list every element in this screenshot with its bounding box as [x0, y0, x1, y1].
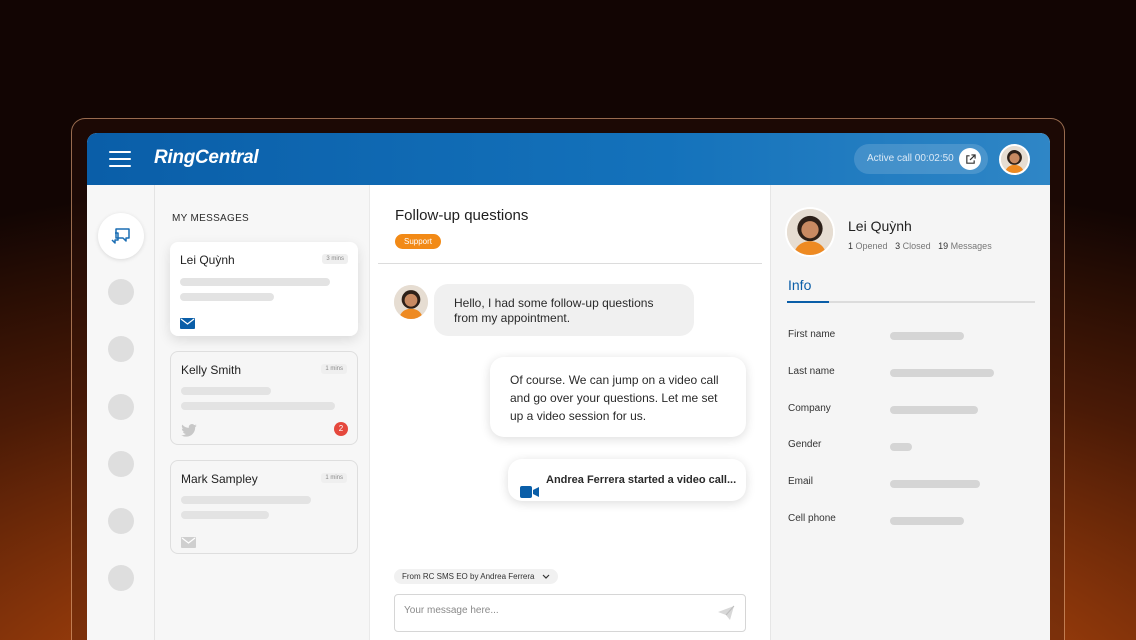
- app-window: RingCentral Active call 00:02:50 MY MESS…: [87, 133, 1050, 640]
- field-label: First name: [788, 329, 836, 340]
- nav-rail: [87, 185, 155, 640]
- support-tag[interactable]: Support: [395, 234, 442, 249]
- profile-avatar: [787, 209, 833, 255]
- tab-info[interactable]: Info: [788, 277, 811, 293]
- nav-item-placeholder[interactable]: [108, 336, 134, 362]
- active-call-label: Active call 00:02:50: [867, 153, 954, 164]
- preview-line: [180, 293, 274, 301]
- field-value: [890, 332, 964, 340]
- nav-item-placeholder[interactable]: [108, 394, 134, 420]
- menu-icon[interactable]: [109, 150, 131, 168]
- field-value: [890, 480, 980, 488]
- chevron-down-icon: [537, 572, 550, 581]
- preview-line: [181, 402, 335, 410]
- twitter-icon: [181, 424, 197, 442]
- message-time: 1 mins: [321, 364, 347, 374]
- envelope-icon: [180, 316, 195, 334]
- external-link-icon[interactable]: [959, 148, 981, 170]
- message-input[interactable]: [404, 605, 694, 616]
- preview-line: [181, 511, 269, 519]
- conversation-title: Follow-up questions: [395, 207, 529, 224]
- message-card[interactable]: Kelly Smith 1 mins 2: [170, 351, 358, 445]
- nav-item-placeholder[interactable]: [108, 508, 134, 534]
- message-card[interactable]: Mark Sampley 1 mins: [170, 460, 358, 554]
- field-label: Email: [788, 476, 814, 487]
- message-list-title: MY MESSAGES: [172, 213, 250, 224]
- sender-label: From RC SMS EO by Andrea Ferrera: [402, 572, 535, 581]
- message-card[interactable]: Lei Quỳnh 3 mins: [170, 242, 358, 336]
- field-label: Company: [788, 403, 831, 414]
- outgoing-message: Of course. We can jump on a video call a…: [490, 357, 746, 437]
- field-value: [890, 406, 978, 414]
- nav-item-placeholder[interactable]: [108, 451, 134, 477]
- message-list-panel: MY MESSAGES Lei Quỳnh 3 mins Kelly Smith…: [155, 185, 370, 640]
- video-camera-icon: [520, 474, 539, 516]
- divider: [378, 263, 762, 264]
- nav-item-placeholder[interactable]: [108, 279, 134, 305]
- message-time: 1 mins: [321, 473, 347, 483]
- field-value: [890, 443, 912, 451]
- send-icon[interactable]: [717, 605, 735, 626]
- user-avatar[interactable]: [999, 144, 1030, 175]
- conversation-panel: Follow-up questions Support Hello, I had…: [370, 185, 770, 640]
- contact-name: Kelly Smith: [181, 363, 242, 377]
- unread-badge: 2: [334, 422, 348, 436]
- active-call-pill[interactable]: Active call 00:02:50: [854, 144, 988, 174]
- top-bar: RingCentral Active call 00:02:50: [87, 133, 1050, 185]
- incoming-message: Hello, I had some follow-up questions fr…: [434, 284, 694, 336]
- field-value: [890, 369, 994, 377]
- chat-bubbles-icon[interactable]: [98, 213, 144, 259]
- field-value: [890, 517, 964, 525]
- video-call-notice[interactable]: Andrea Ferrera started a video call...: [508, 459, 746, 501]
- preview-line: [180, 278, 330, 286]
- contact-profile-panel: Lei Quỳnh 1 Opened 3 Closed 19 Messages …: [770, 185, 1050, 640]
- brand-logo: RingCentral: [154, 147, 259, 168]
- sender-selector[interactable]: From RC SMS EO by Andrea Ferrera: [394, 569, 558, 584]
- message-composer[interactable]: [394, 594, 746, 632]
- field-label: Last name: [788, 366, 835, 377]
- contact-name: Lei Quỳnh: [180, 253, 235, 267]
- preview-line: [181, 496, 311, 504]
- preview-line: [181, 387, 271, 395]
- video-call-label: Andrea Ferrera started a video call...: [546, 474, 737, 486]
- tab-active-indicator: [787, 301, 829, 303]
- profile-stats: 1 Opened 3 Closed 19 Messages: [848, 241, 992, 251]
- field-label: Gender: [788, 439, 822, 450]
- message-time: 3 mins: [322, 254, 348, 264]
- contact-avatar: [394, 285, 428, 319]
- profile-name: Lei Quỳnh: [848, 218, 912, 234]
- envelope-icon: [181, 535, 196, 553]
- nav-item-placeholder[interactable]: [108, 565, 134, 591]
- field-label: Cell phone: [788, 513, 836, 524]
- contact-name: Mark Sampley: [181, 472, 258, 486]
